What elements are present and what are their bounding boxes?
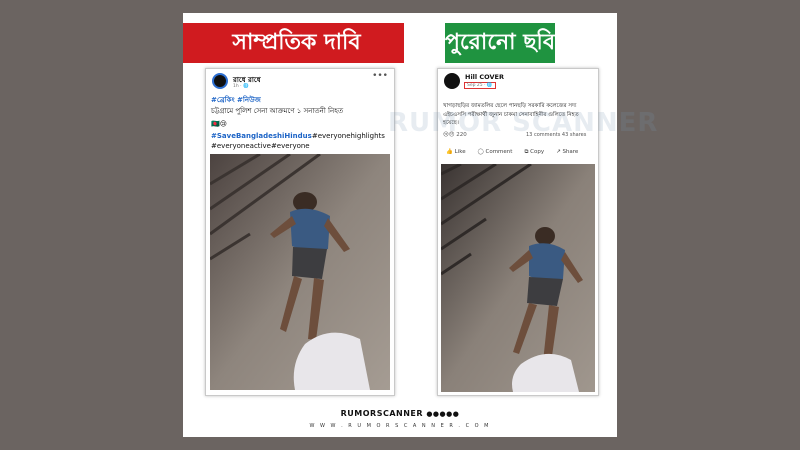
old-photo-banner: পুরোনো ছবি	[445, 23, 555, 63]
like-label: Like	[454, 149, 466, 155]
post-body: চট্টগ্রামে পুলিশ সেনা আক্রমণে ১ সনাতনী ন…	[211, 107, 344, 115]
comment-label: Comment	[485, 149, 513, 155]
photo-illustration	[210, 154, 390, 390]
comment-icon: ◯	[477, 149, 484, 155]
author-avatar[interactable]	[444, 73, 460, 89]
copy-label: Copy	[530, 149, 545, 155]
share-button[interactable]: ↗ Share	[556, 149, 578, 156]
brand-name: RUMORSCANNER	[340, 409, 424, 418]
post-time: 1h · 🌐	[233, 84, 249, 89]
share-label: Share	[562, 149, 579, 155]
like-button[interactable]: 👍 Like	[446, 149, 466, 156]
post-hashtags: #SaveBangladeshiHindus#everyonehighlight…	[211, 131, 393, 141]
claim-post-card: রাধে রাধে 1h · 🌐 ••• #ব্রেকিং #নিউজ চট্ট…	[205, 68, 395, 396]
photo-illustration	[441, 164, 595, 392]
post-photo[interactable]	[441, 164, 595, 392]
fact-check-panel: সাম্প্রতিক দাবি পুরোনো ছবি রাধে রাধে 1h …	[183, 13, 657, 437]
post-photo[interactable]	[210, 154, 390, 390]
post-tag-line[interactable]: #ব্রেকিং #নিউজ	[211, 95, 261, 105]
copy-icon: ⧉	[524, 149, 529, 155]
brand-logo: RUMORSCANNER ●●●●●	[183, 409, 617, 418]
brand-url: W W W . R U M O R S C A N N E R . C O M	[309, 423, 491, 429]
post-emoji: 🇧🇩😢	[211, 120, 228, 128]
post-author-name[interactable]: Hill COVER	[465, 73, 504, 81]
hashtag-save-bangladeshi-hindus[interactable]: #SaveBangladeshiHindus	[211, 132, 312, 140]
hashtag-everyonehighlights[interactable]: #everyonehighlights	[312, 132, 385, 140]
comment-button[interactable]: ◯ Comment	[478, 149, 513, 156]
share-icon: ↗	[556, 149, 561, 155]
post-date: Sep 25 · 🌐	[464, 82, 496, 89]
watermark: RUMOR SCANNER	[388, 108, 659, 138]
social-icons: ●●●●●	[426, 410, 460, 418]
recent-claim-banner: সাম্প্রতিক দাবি	[183, 23, 404, 63]
post-hashtags-line2[interactable]: #everyoneactive#everyone	[211, 141, 310, 151]
copy-button[interactable]: ⧉ Copy	[524, 149, 544, 156]
thumbs-up-icon: 👍	[446, 149, 453, 155]
author-avatar[interactable]	[212, 73, 228, 89]
post-actions-bar: 👍 Like ◯ Comment ⧉ Copy ↗ Share	[446, 149, 578, 156]
more-options-icon[interactable]: •••	[372, 71, 388, 81]
